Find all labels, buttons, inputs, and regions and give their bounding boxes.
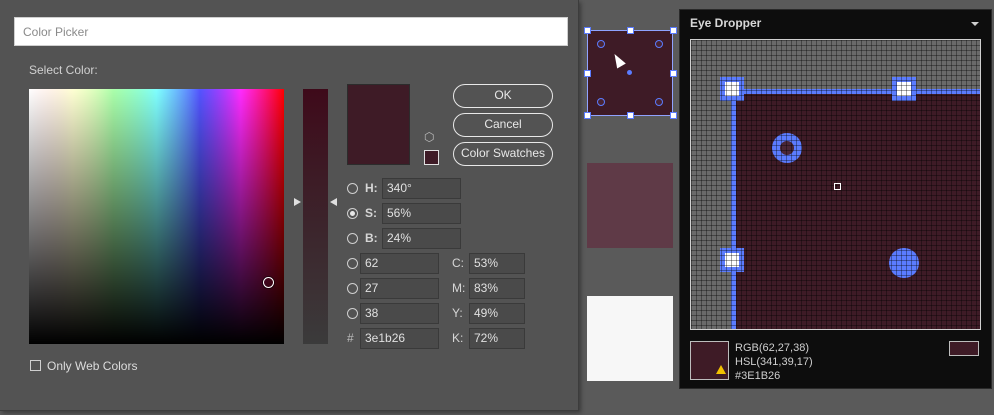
b-input[interactable]: 24% [382,228,461,249]
resize-handle-b[interactable] [627,112,634,119]
cube-icon[interactable]: ⬡ [424,131,434,143]
radio-s[interactable] [347,208,358,219]
y-label: Y: [452,306,463,320]
magnifier-grid [690,39,981,330]
resize-handle-br[interactable] [670,112,677,119]
sampled-color-swatch [690,341,729,380]
k-label: K: [452,331,464,345]
sampled-color-info: RGB(62,27,38) HSL(341,39,17) #3E1B26 [735,341,813,383]
b-label: B: [365,231,378,245]
hsl-readout: HSL(341,39,17) [735,356,813,368]
radio-r[interactable] [347,258,358,269]
radio-g[interactable] [347,283,358,294]
only-web-colors-checkbox[interactable] [30,360,41,371]
warning-icon [716,365,726,374]
resize-handle-r[interactable] [670,70,677,77]
ok-button[interactable]: OK [453,84,553,108]
sampled-color-chip[interactable] [949,341,979,356]
hex-readout: #3E1B26 [735,370,781,382]
sample-point [834,183,841,190]
resize-handle-tl[interactable] [584,27,591,34]
cancel-button[interactable]: Cancel [453,113,553,137]
k-input[interactable]: 72% [469,328,525,349]
m-label: M: [452,281,466,295]
color-swatches-button[interactable]: Color Swatches [453,142,553,166]
r-input[interactable]: 62 [360,253,439,274]
slider-left-arrow-icon[interactable] [294,198,301,206]
resize-handle-t[interactable] [627,27,634,34]
y-input[interactable]: 49% [469,303,525,324]
saturation-slider[interactable] [303,89,328,344]
c-input[interactable]: 53% [469,253,525,274]
radio-blue[interactable] [347,308,358,319]
corner-radius-handle-br[interactable] [655,98,663,106]
corner-radius-handle-tr[interactable] [655,40,663,48]
g-input[interactable]: 27 [360,278,439,299]
s-label: S: [365,206,377,220]
only-web-colors-label: Only Web Colors [47,359,138,373]
color-field-marker[interactable] [263,277,274,288]
h-input[interactable]: 340° [382,178,461,199]
corner-radius-handle-tl[interactable] [597,40,605,48]
resize-handle-l[interactable] [584,70,591,77]
swatch-white[interactable] [587,296,673,381]
s-input[interactable]: 56% [382,203,461,224]
radio-b[interactable] [347,233,358,244]
resize-handle-tr[interactable] [670,27,677,34]
resize-handle-bl[interactable] [584,112,591,119]
select-color-label: Select Color: [29,63,98,77]
center-point[interactable] [627,70,632,75]
websafe-swatch[interactable] [424,150,439,165]
color-picker-dialog: Color Picker Select Color: ⬡ OK Cancel C… [0,0,579,411]
slider-right-arrow-icon[interactable] [330,198,337,206]
blue-input[interactable]: 38 [360,303,439,324]
hex-label: # [347,331,354,345]
dialog-titlebar[interactable]: Color Picker [14,17,568,46]
radio-h[interactable] [347,183,358,194]
hex-input[interactable]: 3e1b26 [360,328,439,349]
eye-dropper-panel: Eye Dropper RGB(62,27,38) HSL(341,39,17)… [679,9,992,389]
corner-radius-handle-bl[interactable] [597,98,605,106]
c-label: C: [452,256,464,270]
swatch-medium[interactable] [587,163,673,248]
eye-dropper-title: Eye Dropper [690,16,762,30]
dialog-title: Color Picker [23,25,89,39]
rgb-readout: RGB(62,27,38) [735,342,809,354]
current-color-preview [347,84,410,165]
m-input[interactable]: 83% [469,278,525,299]
color-field[interactable] [29,89,284,344]
h-label: H: [365,181,378,195]
chevron-down-icon[interactable] [971,22,979,26]
